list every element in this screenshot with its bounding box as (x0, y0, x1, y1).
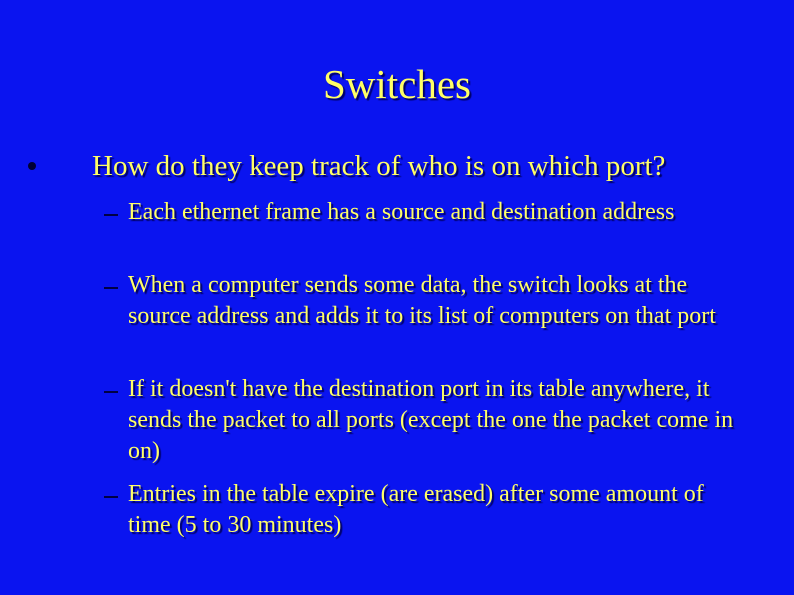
sub-bullet-3: If it doesn't have the destination port … (128, 376, 734, 464)
main-bullet-text: How do they keep track of who is on whic… (92, 150, 666, 182)
bullet-dot-icon (28, 162, 36, 170)
sub-bullet-1: Each ethernet frame has a source and des… (128, 199, 675, 225)
sub-bullet-4: Entries in the table expire (are erased)… (128, 481, 704, 538)
dash-icon (104, 496, 118, 498)
dash-icon (104, 391, 118, 393)
dash-icon (104, 214, 118, 216)
dash-icon (104, 287, 118, 289)
sub-bullet-2: When a computer sends some data, the swi… (128, 272, 716, 329)
slide-title: Switches (322, 61, 472, 107)
